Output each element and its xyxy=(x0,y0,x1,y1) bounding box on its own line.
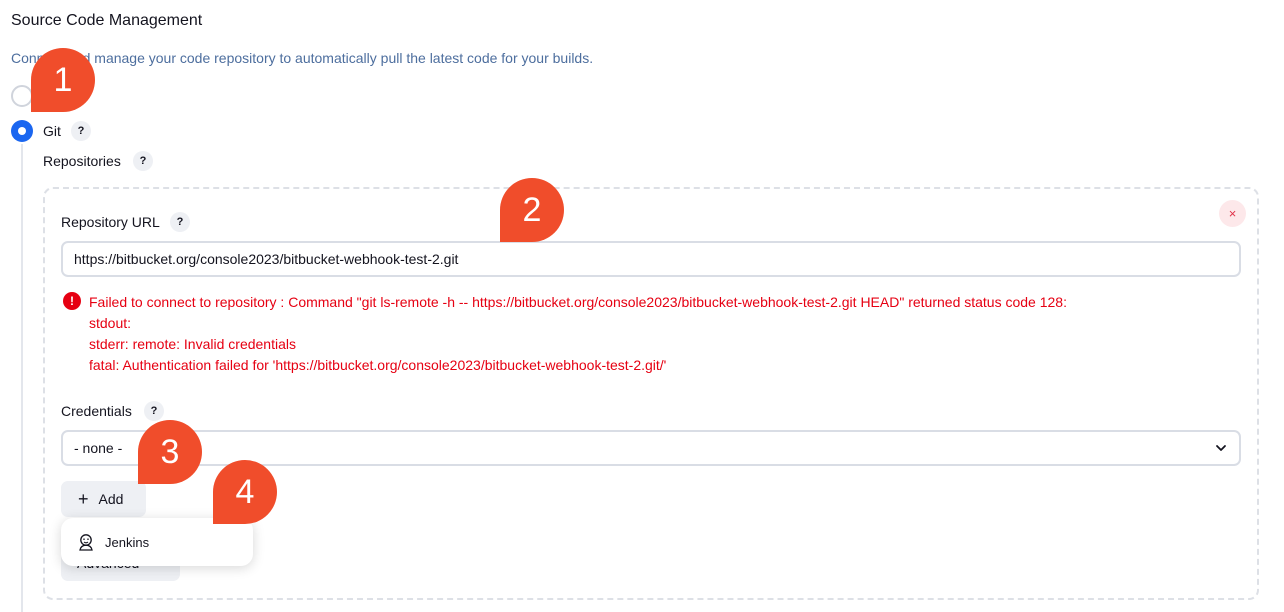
connection-error-message: Failed to connect to repository : Comman… xyxy=(89,292,1239,376)
repository-url-help-icon[interactable]: ? xyxy=(170,212,190,232)
credentials-select-value: - none - xyxy=(74,440,123,456)
section-title: Source Code Management xyxy=(11,12,203,29)
callout-number: 4 xyxy=(235,472,255,511)
git-help-icon[interactable]: ? xyxy=(71,121,91,141)
error-line: Failed to connect to repository : Comman… xyxy=(89,294,1067,310)
credentials-label: Credentials xyxy=(61,403,132,419)
repository-url-input[interactable] xyxy=(61,241,1241,277)
radio-none[interactable] xyxy=(11,85,33,107)
error-line: stdout: xyxy=(89,315,132,331)
callout-2: 2 xyxy=(500,178,564,242)
repository-url-label: Repository URL xyxy=(61,214,160,230)
repositories-help-icon[interactable]: ? xyxy=(133,151,153,171)
radio-git[interactable] xyxy=(11,120,33,142)
menu-item-jenkins[interactable]: Jenkins xyxy=(105,535,149,550)
delete-repository-button[interactable]: × xyxy=(1219,200,1246,227)
callout-3: 3 xyxy=(138,420,202,484)
error-line: fatal: Authentication failed for 'https:… xyxy=(89,357,667,373)
plus-icon: + xyxy=(78,489,89,509)
callout-number: 1 xyxy=(53,60,73,99)
radio-git-label[interactable]: Git xyxy=(43,123,61,139)
close-icon: × xyxy=(1228,206,1237,221)
callout-number: 3 xyxy=(160,432,180,471)
add-button-label: Add xyxy=(98,491,124,507)
repositories-label: Repositories xyxy=(43,153,121,169)
nesting-line xyxy=(21,144,23,612)
add-credentials-button[interactable]: + Add xyxy=(61,481,146,517)
add-credentials-menu: Jenkins xyxy=(61,518,253,566)
callout-4: 4 xyxy=(213,460,277,524)
callout-1: 1 xyxy=(31,48,95,112)
section-description: Connect and manage your code repository … xyxy=(11,50,594,66)
error-line: stderr: remote: Invalid credentials xyxy=(89,336,296,352)
callout-number: 2 xyxy=(522,190,542,229)
credentials-help-icon[interactable]: ? xyxy=(144,401,164,421)
jenkins-icon xyxy=(79,534,93,551)
chevron-down-icon xyxy=(1216,445,1226,451)
error-icon: ! xyxy=(63,292,81,310)
